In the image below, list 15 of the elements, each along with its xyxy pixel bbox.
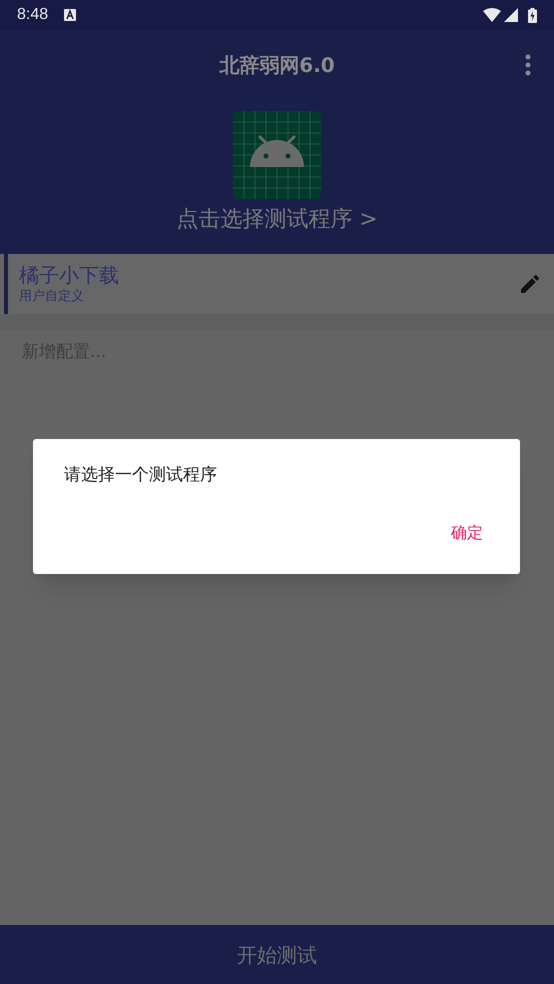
android-icon — [233, 111, 321, 199]
edit-pencil-icon[interactable] — [518, 272, 542, 296]
signal-icon — [504, 8, 518, 22]
status-time: 8:48 — [17, 5, 48, 25]
start-test-button[interactable]: 开始测试 — [0, 925, 554, 984]
app-title: 北辞弱网6.0 — [219, 52, 335, 79]
config-subtitle: 用户自定义 — [19, 288, 85, 306]
confirm-button[interactable]: 确定 — [439, 517, 495, 549]
keyboard-icon — [64, 9, 76, 21]
dialog-message: 请选择一个测试程序 — [64, 464, 218, 487]
more-icon[interactable] — [525, 54, 531, 76]
battery-icon — [528, 8, 537, 22]
program-picker-button[interactable]: 点击选择测试程序 > — [176, 111, 378, 236]
config-title: 橘子小下载 — [19, 262, 120, 288]
wifi-icon — [483, 8, 501, 22]
